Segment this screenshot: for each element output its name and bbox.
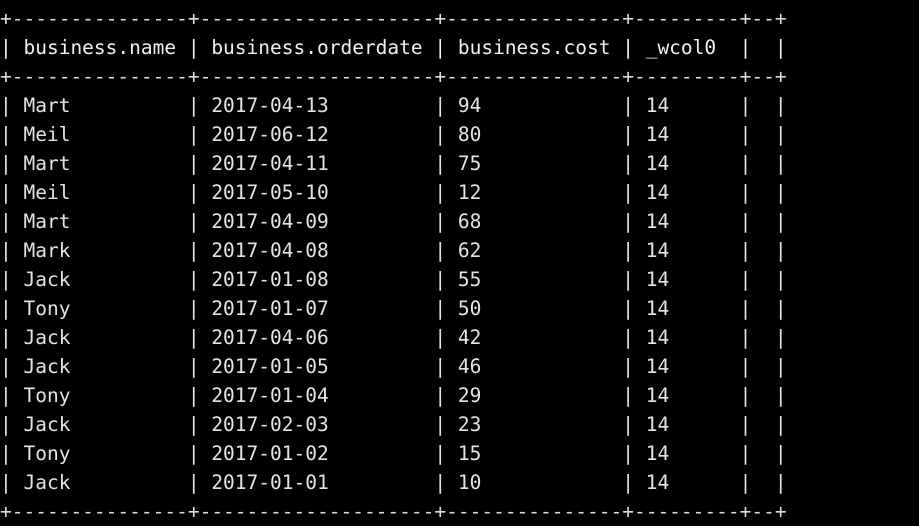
terminal-window: +---------------+--------------------+--… — [0, 0, 919, 523]
table-row: | Tony | 2017-01-07 | 50 | 14 | | — [0, 297, 787, 320]
table-header-separator: +---------------+--------------------+--… — [0, 65, 787, 88]
table-row: | Mark | 2017-04-08 | 62 | 14 | | — [0, 239, 787, 262]
table-row: | Meil | 2017-05-10 | 12 | 14 | | — [0, 181, 787, 204]
table-body: | Mart | 2017-04-13 | 94 | 14 | | | Meil … — [0, 91, 919, 497]
table-row: | Jack | 2017-01-01 | 10 | 14 | | — [0, 471, 787, 494]
table-row: | Jack | 2017-04-06 | 42 | 14 | | — [0, 326, 787, 349]
table-row: | Jack | 2017-01-05 | 46 | 14 | | — [0, 355, 787, 378]
table-row: | Mart | 2017-04-11 | 75 | 14 | | — [0, 152, 787, 175]
table-row: | Meil | 2017-06-12 | 80 | 14 | | — [0, 123, 787, 146]
table-header-row: | business.name | business.orderdate | b… — [0, 36, 787, 59]
table-row: | Tony | 2017-01-02 | 15 | 14 | | — [0, 442, 787, 465]
table-top-border: +---------------+--------------------+--… — [0, 7, 787, 30]
table-row: | Tony | 2017-01-04 | 29 | 14 | | — [0, 384, 787, 407]
table-row: | Jack | 2017-02-03 | 23 | 14 | | — [0, 413, 787, 436]
table-row: | Mart | 2017-04-13 | 94 | 14 | | — [0, 94, 787, 117]
table-row: | Mart | 2017-04-09 | 68 | 14 | | — [0, 210, 787, 233]
table-row: | Jack | 2017-01-08 | 55 | 14 | | — [0, 268, 787, 291]
